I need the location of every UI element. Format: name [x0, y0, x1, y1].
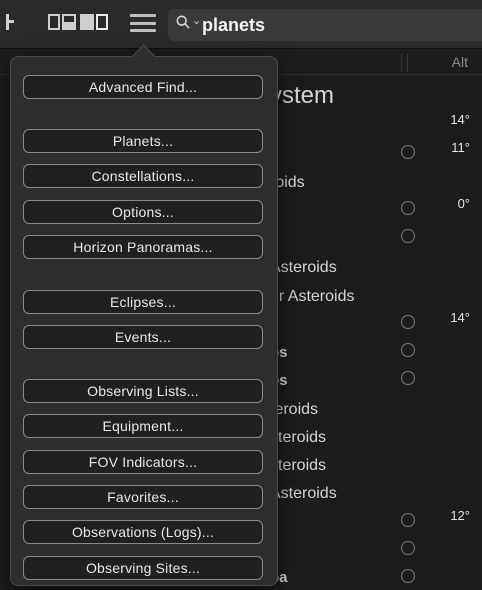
menu-hamburger-icon[interactable] [130, 14, 156, 32]
select-circle[interactable] [401, 569, 415, 583]
select-circle[interactable] [401, 315, 415, 329]
chevron-down-icon[interactable]: ⌄ [192, 14, 201, 27]
search-input[interactable]: planets [202, 15, 265, 36]
layout-single-icon[interactable] [48, 14, 60, 30]
layout-split-icon[interactable] [62, 14, 76, 30]
events-button[interactable]: Events... [23, 325, 263, 349]
main-menu-popover: Advanced Find... Planets... Constellatio… [10, 44, 278, 586]
list-item-label: ystem [270, 82, 335, 109]
select-circle[interactable] [401, 343, 415, 357]
favorites-button[interactable]: Favorites... [23, 485, 263, 509]
eclipses-button[interactable]: Eclipses... [23, 290, 263, 314]
select-circle[interactable] [401, 513, 415, 527]
planets-button[interactable]: Planets... [23, 129, 263, 153]
list-item-label: steroids [270, 429, 327, 446]
alt-value: 0° [457, 196, 470, 211]
observing-sites-button[interactable]: Observing Sites... [23, 556, 263, 580]
alt-value: 14° [450, 112, 470, 127]
alt-value: 14° [450, 310, 470, 325]
layout-panel-icon[interactable] [96, 14, 108, 30]
search-icon [176, 15, 190, 29]
advanced-find-button[interactable]: Advanced Find... [23, 75, 263, 99]
toolbar: ⌄ planets [0, 0, 482, 49]
horizon-panoramas-button[interactable]: Horizon Panoramas... [23, 235, 263, 259]
select-circle[interactable] [401, 541, 415, 555]
observing-lists-button[interactable]: Observing Lists... [23, 379, 263, 403]
toolbar-partial-icon[interactable] [4, 12, 14, 32]
list-item-label: Asteroids [270, 485, 337, 502]
select-circle[interactable] [401, 145, 415, 159]
select-circle[interactable] [401, 201, 415, 215]
equipment-button[interactable]: Equipment... [23, 414, 263, 438]
column-divider [407, 54, 408, 72]
column-divider [401, 54, 402, 72]
list-item-label: steroids [270, 457, 327, 474]
select-circle[interactable] [401, 371, 415, 385]
layout-full-icon[interactable] [80, 14, 94, 30]
select-circle[interactable] [401, 229, 415, 243]
alt-column-header[interactable]: Alt [452, 54, 468, 70]
list-item-label: Asteroids [270, 259, 337, 276]
alt-value: 12° [450, 508, 470, 523]
observations-logs-button[interactable]: Observations (Logs)... [23, 520, 263, 544]
fov-indicators-button[interactable]: FOV Indicators... [23, 450, 263, 474]
list-item-label: er Asteroids [270, 288, 355, 305]
alt-value: 11° [451, 140, 470, 155]
search-field[interactable]: ⌄ planets [168, 9, 482, 41]
options-button[interactable]: Options... [23, 200, 263, 224]
constellations-button[interactable]: Constellations... [23, 164, 263, 188]
